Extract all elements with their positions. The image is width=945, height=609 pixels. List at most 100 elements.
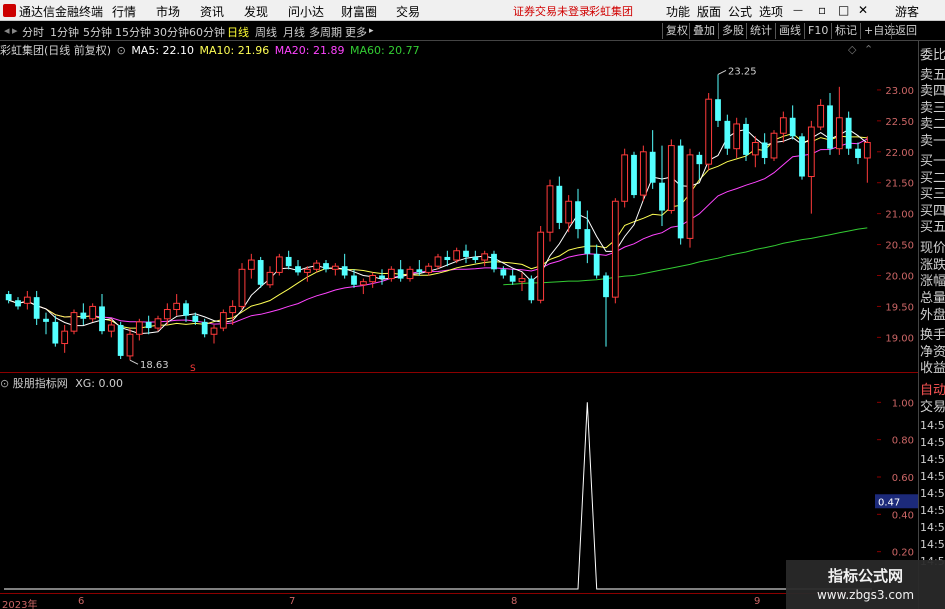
xg-signal-line	[4, 402, 872, 590]
period-30min[interactable]: 30分钟	[153, 24, 189, 40]
period-monthly[interactable]: 月线	[283, 24, 305, 40]
period-5min[interactable]: 5分钟	[83, 24, 112, 40]
menu-options[interactable]: 选项	[759, 3, 783, 20]
candle-body	[23, 296, 31, 304]
menu-layout[interactable]: 版面	[697, 3, 721, 20]
menu-formula[interactable]: 公式	[728, 3, 752, 20]
btn-mark[interactable]: 标记	[831, 23, 860, 39]
candle-body	[192, 315, 199, 322]
period-more[interactable]: 更多	[345, 24, 367, 40]
more-dropdown-icon[interactable]: ▸	[369, 26, 374, 36]
right-info-panel: 委比 卖五 卖四 卖三 卖二 卖一 买一 买二 买三 买四 买五 现价 涨跌 涨…	[918, 41, 945, 609]
candle-body	[379, 275, 385, 279]
candle-body	[770, 132, 778, 159]
menu-wealth-circle[interactable]: 财富圈	[341, 3, 377, 20]
candle-body	[43, 318, 49, 322]
candle-body	[845, 117, 852, 149]
watermark-title: 指标公式网	[827, 567, 903, 585]
candle-body	[807, 126, 815, 178]
y-tick-label: 0.20	[892, 548, 914, 559]
candle-body	[285, 256, 292, 267]
candle-body	[453, 250, 461, 261]
period-1min[interactable]: 1分钟	[50, 24, 79, 40]
candle-body	[173, 302, 181, 311]
candle-body	[743, 123, 749, 155]
candle-body	[359, 281, 367, 286]
candle-body	[593, 253, 600, 276]
candle-body	[351, 275, 357, 285]
period-daily[interactable]: 日线	[227, 24, 249, 40]
candle-body	[835, 117, 843, 150]
y-tick-label: 19.50	[885, 302, 914, 313]
prev-arrow-icon[interactable]: ◂	[4, 24, 10, 37]
date-axis-label: 6	[78, 596, 85, 607]
y-tick-label: 0.60	[892, 473, 914, 484]
period-multi[interactable]: 多周期	[309, 24, 342, 40]
indicator-chart[interactable]: 1.00 0.80 0.60 0.47 0.40 0.20	[0, 373, 918, 594]
ma20-line	[8, 138, 868, 325]
btn-overlay[interactable]: 叠加	[689, 23, 718, 39]
date-axis-label: 7	[289, 596, 296, 607]
btn-back[interactable]: 返回	[891, 23, 920, 39]
trade-login-notice[interactable]: 证券交易未登录	[513, 3, 590, 19]
btn-multi-stock[interactable]: 多股	[718, 23, 747, 39]
menu-market[interactable]: 市场	[156, 3, 180, 20]
guest-label[interactable]: 游客	[895, 3, 919, 20]
y-tick-label: 23.00	[885, 86, 914, 97]
close-button[interactable]: ✕	[858, 3, 868, 17]
btn-f10[interactable]: F10	[804, 23, 831, 39]
candle-body	[61, 330, 69, 345]
menu-wenxiaoda[interactable]: 问小达	[288, 3, 324, 20]
panel-label: 买五	[920, 220, 945, 235]
minimize-button[interactable]: —	[793, 5, 803, 16]
trade-time: 14:55	[920, 453, 945, 466]
app-title: 通达信金融终端	[19, 5, 104, 19]
y-tick-label: 22.00	[885, 148, 914, 159]
y-tick-label: 22.50	[885, 117, 914, 128]
candle-body	[33, 297, 40, 319]
extreme-label: 18.63	[140, 360, 169, 371]
candlestick-chart[interactable]: 23.00 22.50 22.00 21.50 21.00 20.50 20.00 19.50…	[0, 41, 918, 372]
next-arrow-icon[interactable]: ▸	[12, 24, 18, 37]
candle-body	[135, 321, 143, 335]
btn-statistics[interactable]: 统计	[746, 23, 775, 39]
period-weekly[interactable]: 周线	[255, 24, 277, 40]
candle-body	[696, 154, 703, 165]
period-fenshi[interactable]: 分时	[22, 24, 44, 40]
candle-body	[397, 269, 404, 279]
candle-body	[210, 327, 218, 335]
candle-body	[528, 278, 535, 301]
restore-button[interactable]: ▫	[818, 3, 826, 17]
ma5-line	[8, 128, 868, 335]
menu-news[interactable]: 资讯	[200, 3, 224, 20]
candle-body	[639, 151, 647, 196]
menu-discover[interactable]: 发现	[244, 3, 268, 20]
btn-restore-rights[interactable]: 复权	[662, 23, 691, 39]
candle-body	[463, 250, 469, 257]
candle-body	[761, 142, 768, 158]
candle-body	[611, 200, 619, 298]
date-axis: 2023年 6 7 8 9	[0, 593, 877, 609]
period-15min[interactable]: 15分钟	[115, 24, 151, 40]
candle-body	[257, 260, 264, 285]
trade-time: 14:55	[920, 436, 945, 449]
candle-body	[472, 256, 479, 261]
candle-body	[491, 253, 497, 270]
date-axis-label: 2023年	[2, 600, 38, 609]
candle-body	[546, 185, 554, 233]
panel-label[interactable]: 委比	[920, 44, 945, 63]
date-axis-label: 8	[511, 596, 518, 607]
maximize-button[interactable]: □	[838, 3, 849, 17]
candle-body	[631, 154, 637, 196]
trade-label[interactable]: 交易	[920, 396, 945, 415]
period-60min[interactable]: 60分钟	[189, 24, 225, 40]
candle-body	[275, 256, 283, 273]
candle-body	[238, 268, 246, 307]
menu-function[interactable]: 功能	[666, 3, 690, 20]
btn-draw-line[interactable]: 画线	[775, 23, 804, 39]
menu-trade[interactable]: 交易	[396, 3, 420, 20]
candle-body	[677, 145, 684, 239]
menu-quotes[interactable]: 行情	[112, 3, 136, 20]
candle-body	[5, 294, 12, 301]
app-window: { "app": {"title": "通达信金融终端"}, "menu": […	[0, 0, 945, 609]
